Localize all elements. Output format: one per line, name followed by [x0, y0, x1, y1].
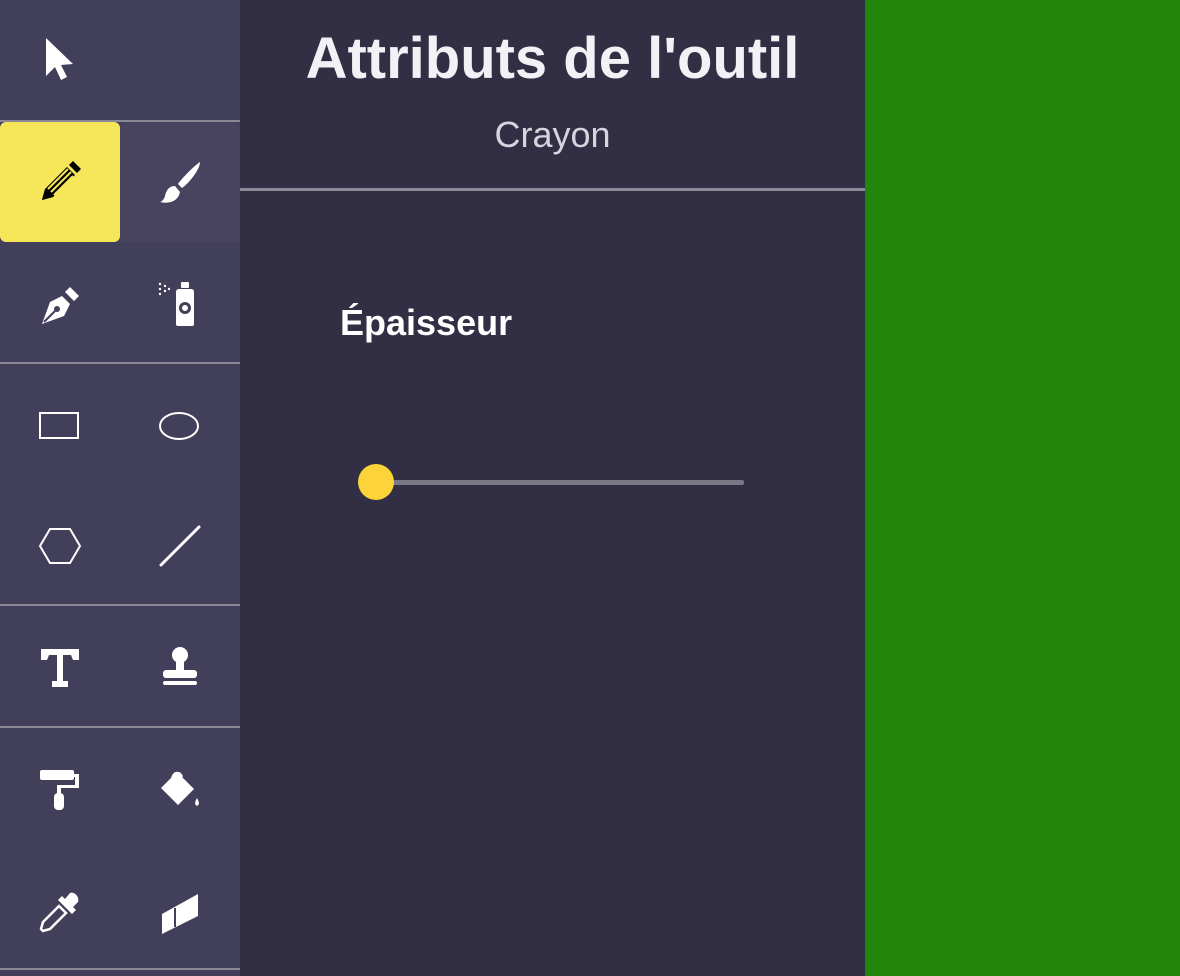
line-icon [159, 525, 201, 567]
paint-roller-icon [40, 770, 79, 810]
tool-roller[interactable] [0, 730, 120, 850]
stamp-icon [163, 647, 197, 685]
slider-thumb[interactable] [358, 464, 394, 500]
toolbar-divider [0, 604, 240, 606]
thickness-label: Épaisseur [340, 302, 513, 343]
tool-eyedropper[interactable] [0, 852, 120, 972]
panel-title: Attributs de l'outil [305, 26, 800, 91]
spray-can-icon [158, 282, 194, 326]
tool-ellipse[interactable] [120, 366, 240, 486]
tool-bucket[interactable] [120, 730, 240, 850]
thickness-slider[interactable] [358, 462, 748, 502]
toolbar-divider [0, 968, 240, 970]
eraser-icon [162, 894, 198, 934]
tool-stamp[interactable] [120, 608, 240, 728]
tool-rectangle[interactable] [0, 366, 120, 486]
tool-polygon[interactable] [0, 486, 120, 606]
paintbrush-icon [160, 162, 200, 203]
tool-eraser[interactable] [120, 852, 240, 972]
eyedropper-icon [39, 892, 79, 933]
toolbar [0, 0, 240, 976]
tool-line[interactable] [120, 486, 240, 606]
slider-track[interactable] [374, 480, 744, 485]
ellipse-icon [159, 412, 199, 440]
toolbar-divider [0, 362, 240, 364]
panel-divider [240, 188, 865, 191]
fill-bucket-icon [161, 771, 199, 806]
tool-attributes-panel: Attributs de l'outil Crayon Épaisseur [240, 0, 865, 976]
toolbar-divider [0, 726, 240, 728]
drawing-canvas[interactable] [865, 0, 1180, 976]
tool-spray[interactable] [120, 244, 240, 364]
tool-select[interactable] [0, 0, 120, 120]
selected-tool-name: Crayon [494, 114, 611, 155]
cursor-arrow-icon [46, 38, 73, 80]
rectangle-icon [39, 412, 79, 439]
tool-pencil[interactable] [0, 122, 120, 242]
pencil-icon [42, 161, 81, 200]
tool-pen[interactable] [0, 244, 120, 364]
pen-nib-icon [42, 287, 79, 324]
tool-brush[interactable] [120, 122, 240, 242]
hexagon-icon [38, 528, 82, 564]
tool-text[interactable] [0, 608, 120, 728]
text-icon [41, 649, 79, 687]
